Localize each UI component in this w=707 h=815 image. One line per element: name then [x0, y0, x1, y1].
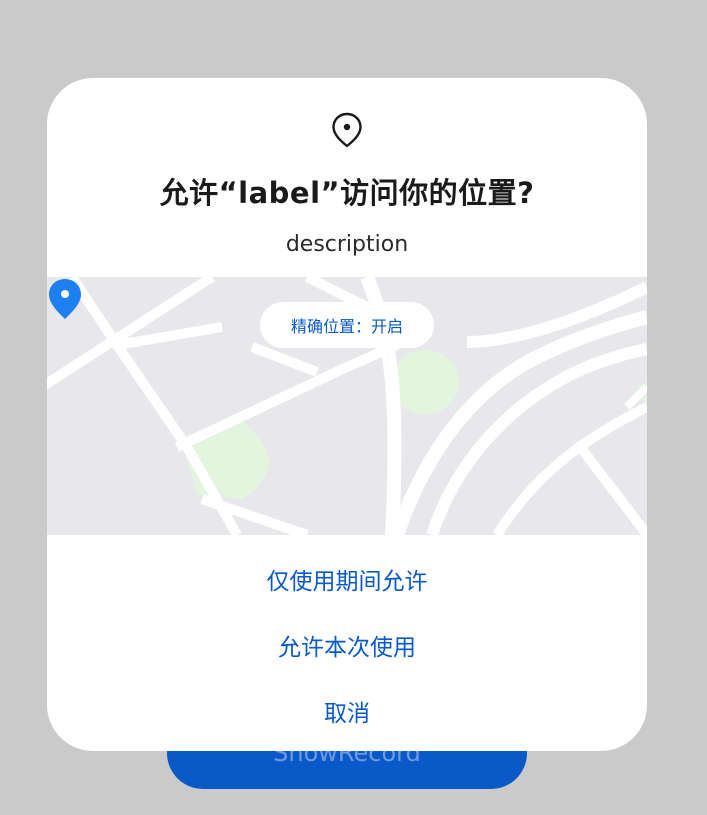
location-map: 精确位置：开启 [47, 277, 647, 535]
dialog-title: 允许“label”访问你的位置? [159, 176, 535, 210]
allow-while-using-button[interactable]: 仅使用期间允许 [47, 562, 647, 596]
precise-location-label: 精确位置：开启 [290, 317, 403, 336]
cancel-button[interactable]: 取消 [47, 694, 647, 728]
allow-once-button[interactable]: 允许本次使用 [47, 628, 647, 662]
location-pin-filled-icon [49, 279, 81, 319]
location-pin-outline-icon [332, 112, 362, 148]
location-permission-dialog: 允许“label”访问你的位置? description 精确位置：开启 仅使用… [47, 78, 647, 751]
dialog-description: description [285, 232, 409, 257]
screen: ShowRecord 允许“label”访问你的位置? description [0, 0, 707, 815]
precise-location-chip[interactable]: 精确位置：开启 [260, 302, 434, 348]
